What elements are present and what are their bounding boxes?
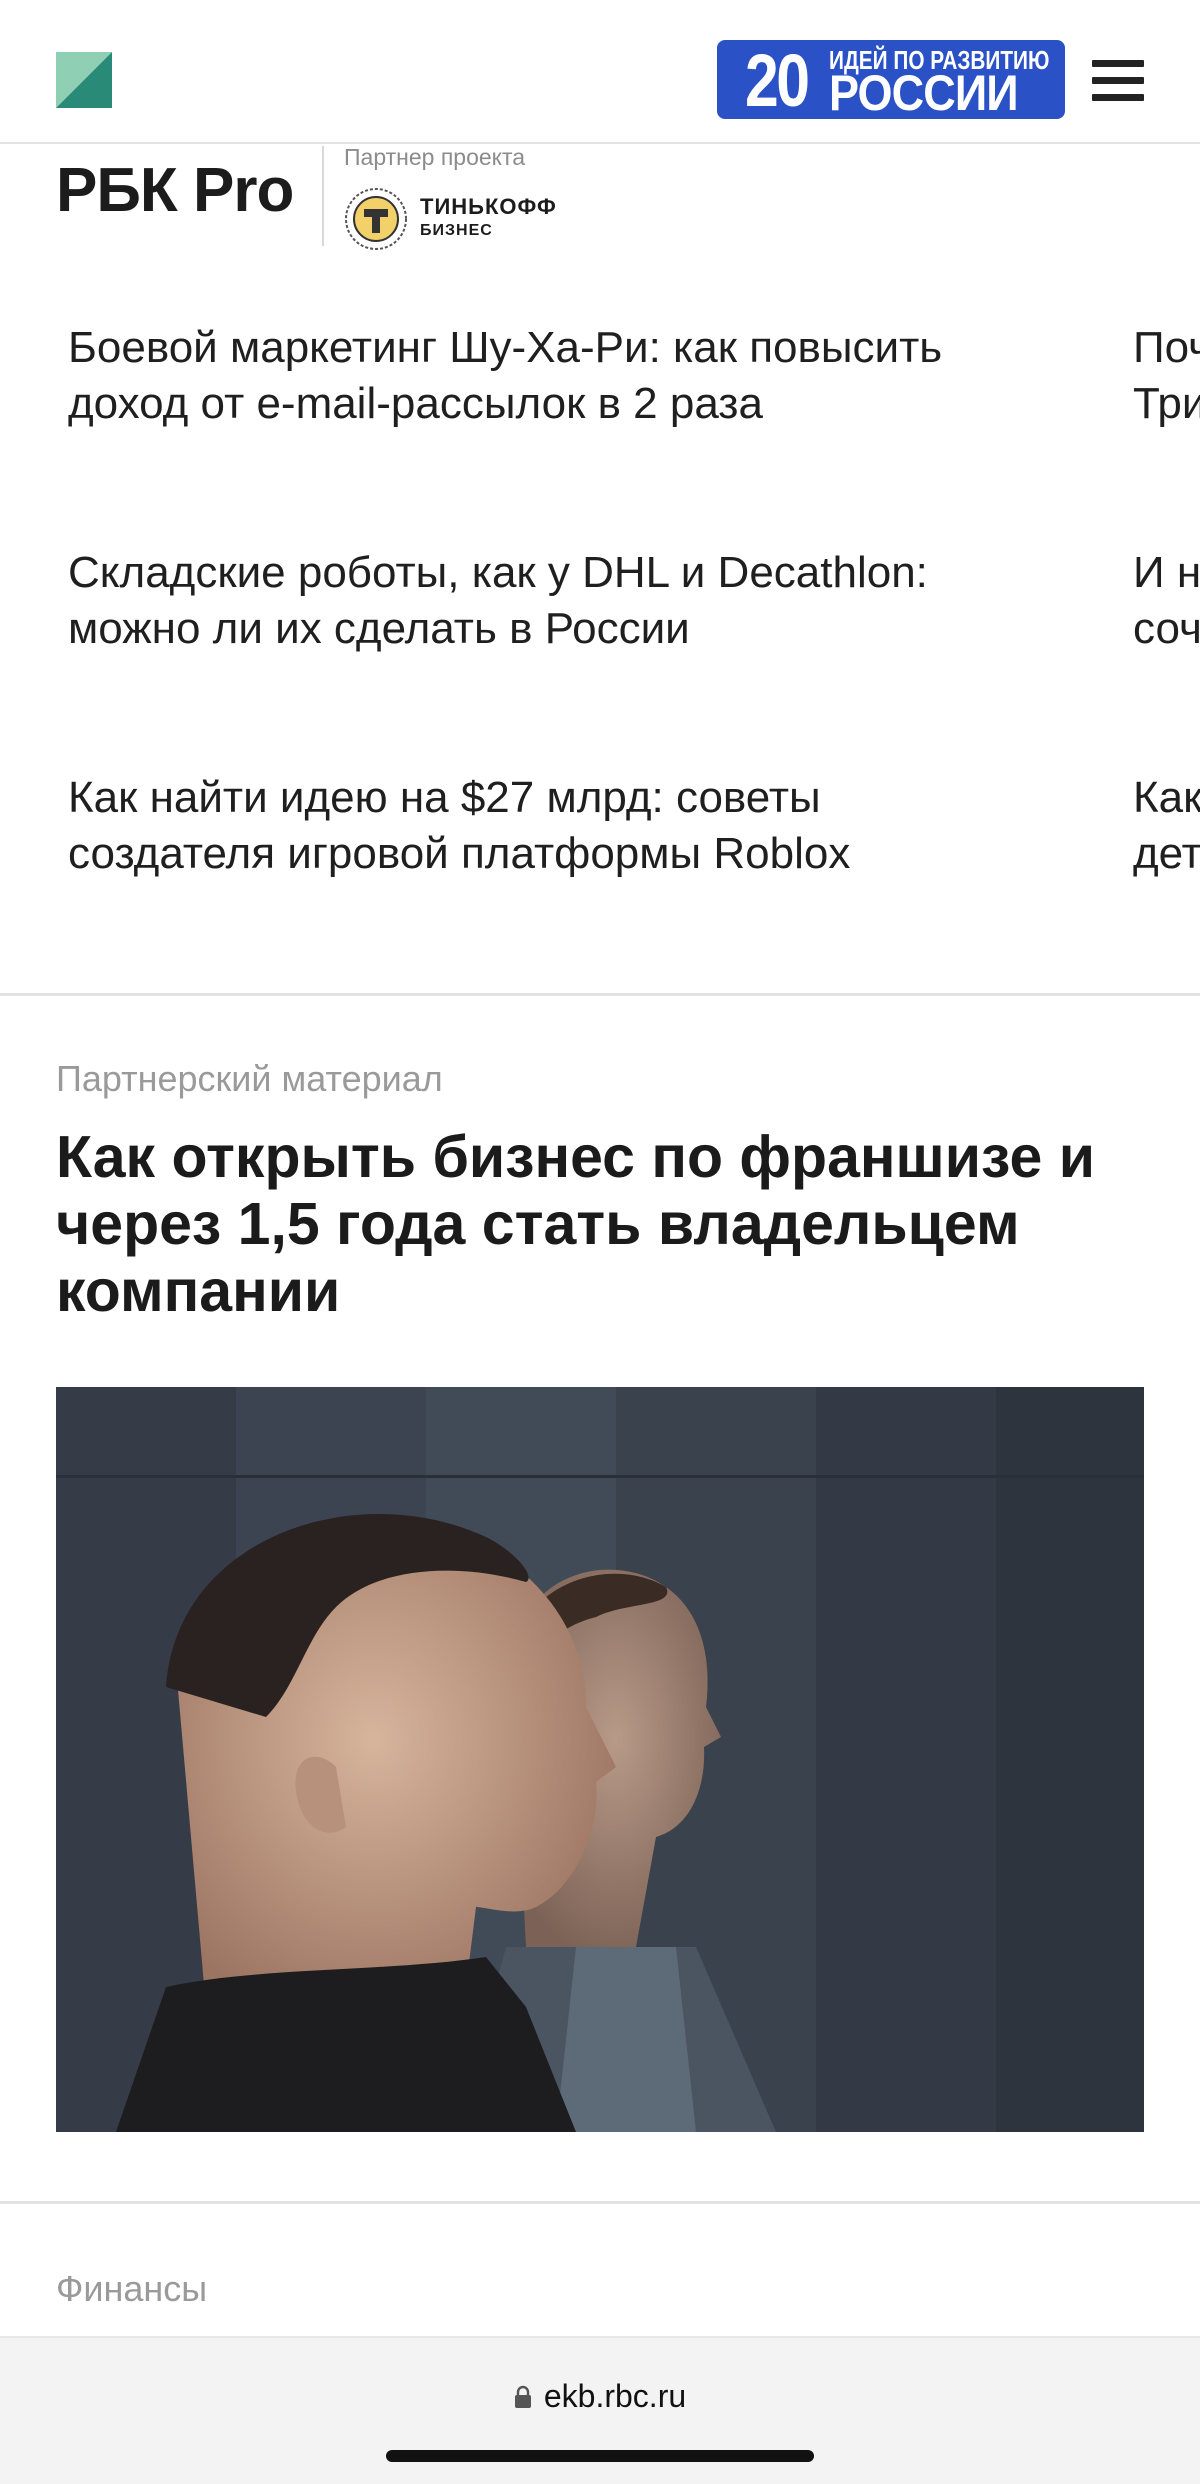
hamburger-icon[interactable] <box>1092 60 1144 102</box>
partner-material-label: Партнерский материал <box>56 1058 443 1099</box>
promo-line2: РОССИИ <box>829 65 1019 119</box>
article-link-1[interactable]: Боевой маркетинг Шу-Ха-Ри: как повысить … <box>68 320 1068 432</box>
article-line: создателя игровой платформы Roblox <box>68 829 851 878</box>
article-line: Поч <box>1133 323 1200 372</box>
home-indicator[interactable] <box>386 2450 814 2462</box>
partner-label: Партнер проекта <box>344 144 526 170</box>
article-link-3[interactable]: Как найти идею на $27 млрд: советы созда… <box>68 770 1068 882</box>
article-line: доход от e-mail-рассылок в 2 раза <box>68 379 763 428</box>
article-line: Как найти идею на $27 млрд: советы <box>68 773 821 822</box>
lock-icon <box>514 2385 531 2408</box>
promo-number: 20 <box>745 40 810 119</box>
site-header: 20 ИДЕЙ ПО РАЗВИТИЮ РОССИИ <box>0 0 1200 144</box>
article-line: Складские роботы, как у DHL и Decathlon: <box>68 548 928 597</box>
headline-line: через 1,5 года стать владельцем <box>56 1191 1020 1257</box>
ideas-promo-banner[interactable]: 20 ИДЕЙ ПО РАЗВИТИЮ РОССИИ <box>717 40 1065 119</box>
article-link-2[interactable]: Складские роботы, как у DHL и Decathlon:… <box>68 545 1068 657</box>
feature-photo[interactable] <box>56 1387 1144 2132</box>
section-divider <box>0 2201 1200 2204</box>
tinkoff-emblem-icon[interactable] <box>344 187 408 251</box>
article-link-peek-2[interactable]: И н соч <box>1133 545 1200 657</box>
section-divider <box>0 993 1200 996</box>
article-line: дет <box>1133 829 1200 878</box>
divider <box>322 146 324 246</box>
rbc-logo-icon[interactable] <box>56 52 112 108</box>
article-line: соч <box>1133 604 1200 653</box>
article-link-peek-3[interactable]: Как дет <box>1133 770 1200 882</box>
article-link-peek-1[interactable]: Поч Три <box>1133 320 1200 432</box>
article-line: Боевой маркетинг Шу-Ха-Ри: как повысить <box>68 323 943 372</box>
feature-headline[interactable]: Как открыть бизнес по франшизе и через 1… <box>56 1124 1166 1325</box>
article-line: Как <box>1133 773 1200 822</box>
article-line: можно ли их сделать в России <box>68 604 690 653</box>
url-container[interactable]: ekb.rbc.ru <box>0 2378 1200 2415</box>
url-text: ekb.rbc.ru <box>543 2378 687 2414</box>
headline-line: компании <box>56 1258 341 1324</box>
browser-address-bar[interactable]: ekb.rbc.ru <box>0 2336 1200 2484</box>
headline-line: Как открыть бизнес по франшизе и <box>56 1124 1096 1190</box>
article-line: И н <box>1133 548 1200 597</box>
rbc-pro-block: РБК Pro Партнер проекта ТИНЬКОФФ БИЗНЕС <box>0 144 1200 254</box>
partner-sub: БИЗНЕС <box>420 222 493 239</box>
rbc-pro-title[interactable]: РБК Pro <box>56 156 294 226</box>
article-line: Три <box>1133 379 1200 428</box>
category-label[interactable]: Финансы <box>56 2268 207 2310</box>
partner-name: ТИНЬКОФФ <box>420 194 557 219</box>
